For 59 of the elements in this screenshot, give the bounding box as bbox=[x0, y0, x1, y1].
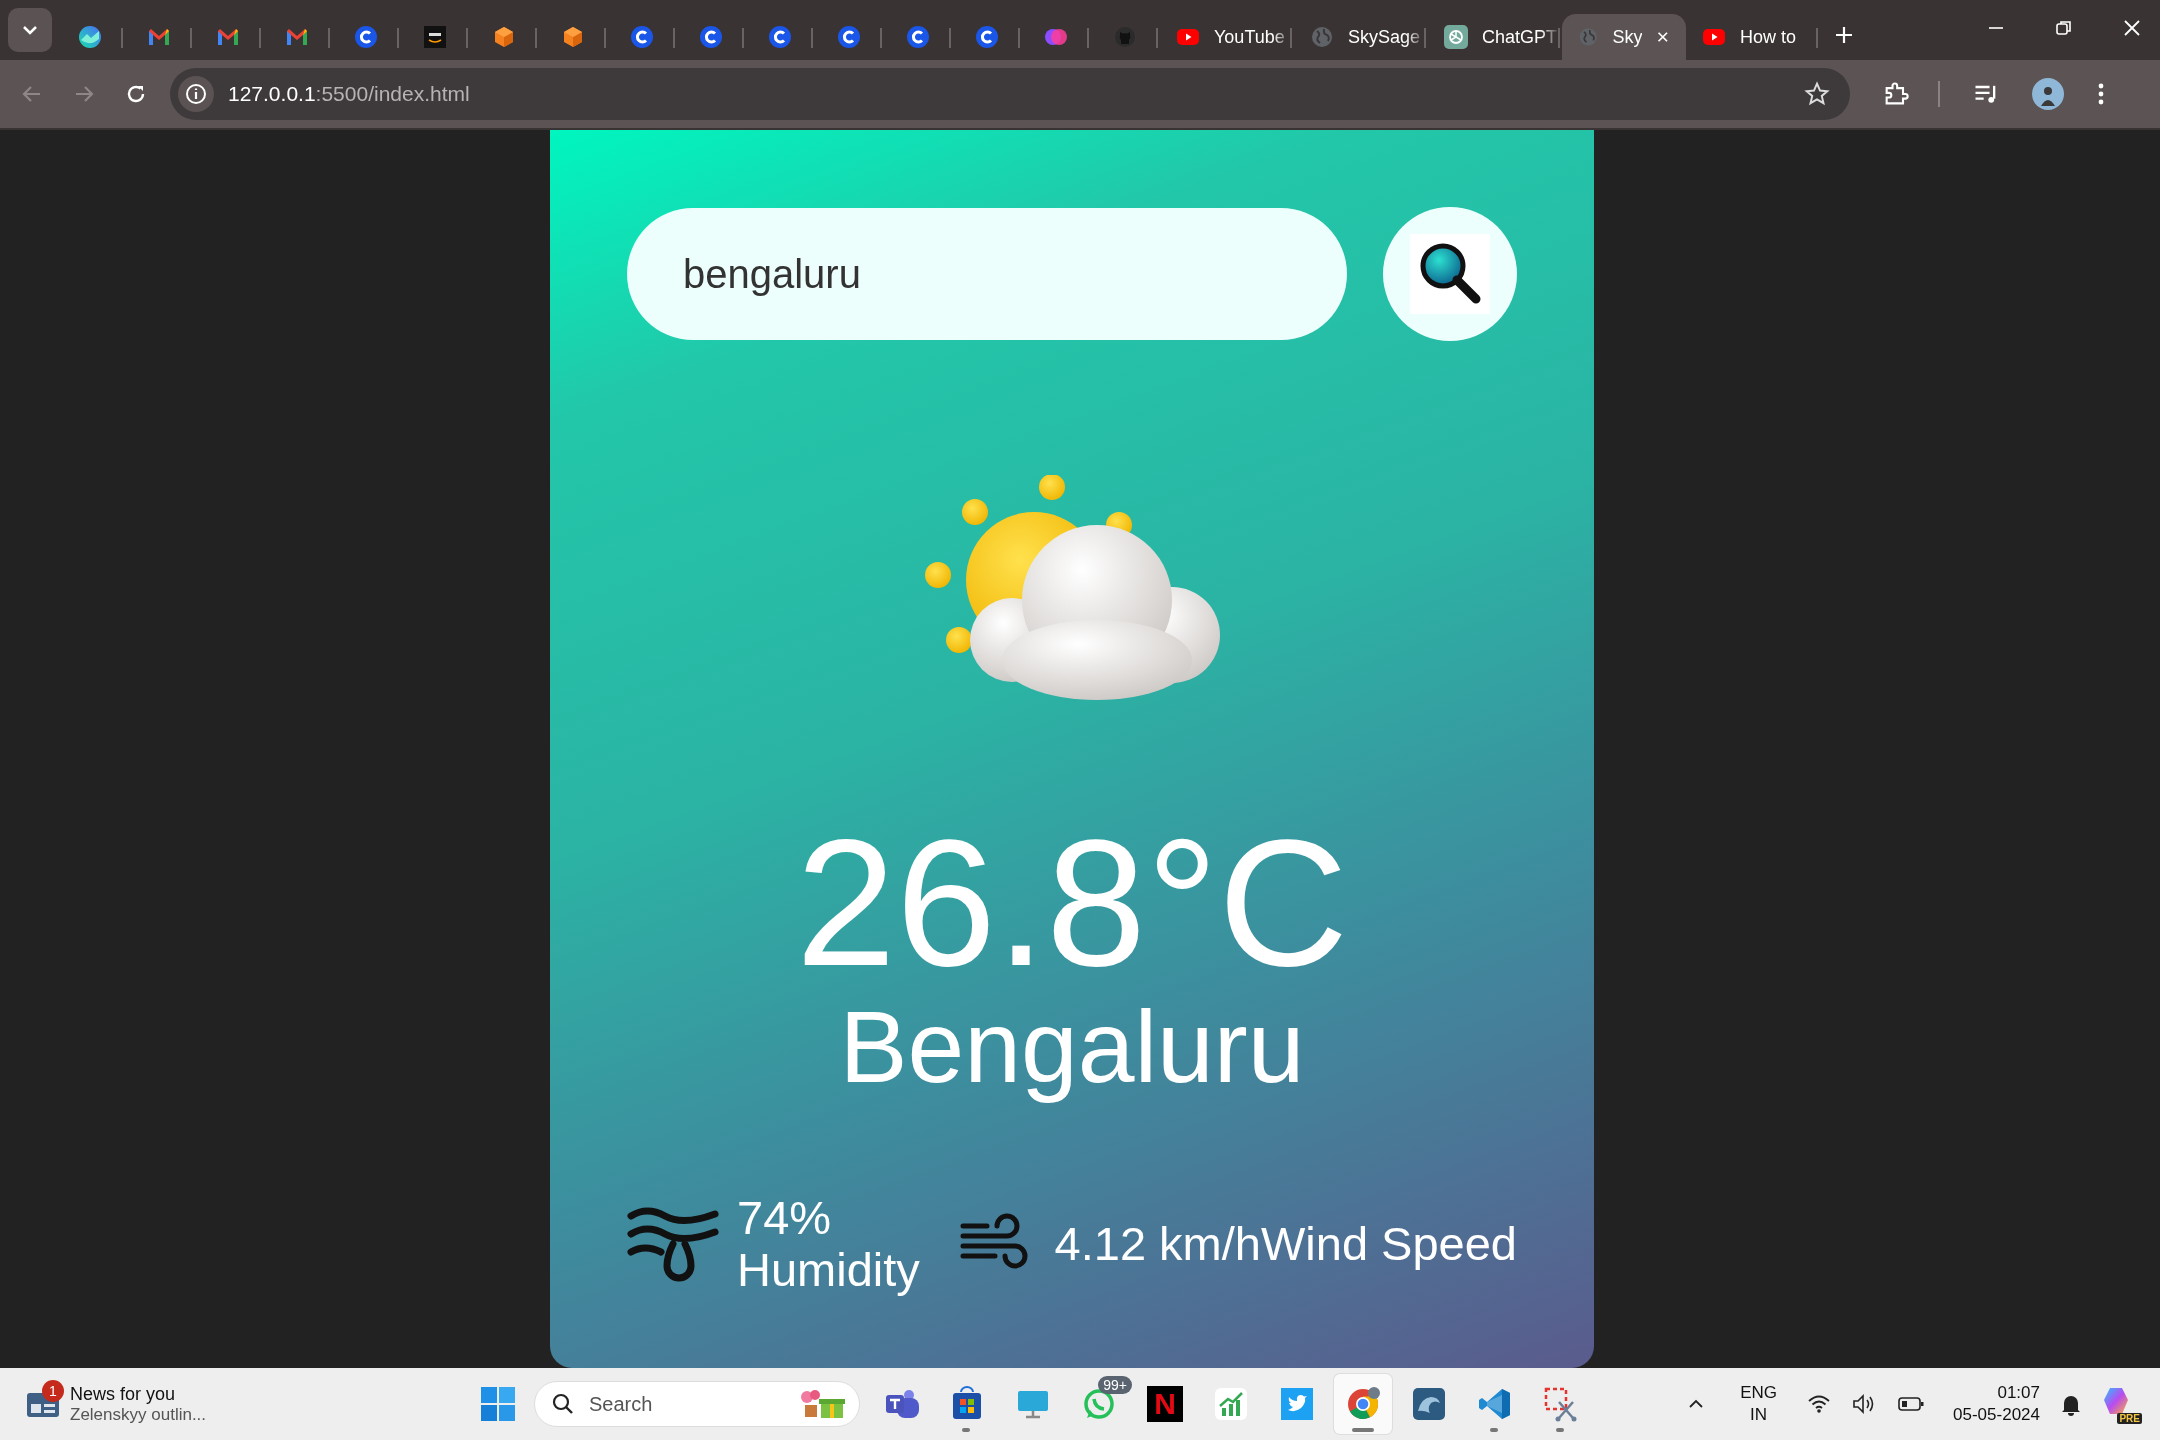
count-badge: 99+ bbox=[1098, 1376, 1132, 1394]
scissors-icon bbox=[1543, 1386, 1579, 1422]
c-logo-icon bbox=[767, 25, 792, 49]
c-logo-icon bbox=[974, 25, 999, 49]
clock[interactable]: 01:07 05-05-2024 bbox=[1953, 1382, 2040, 1426]
browser-tab[interactable]: YouTube bbox=[1160, 14, 1294, 60]
taskbar-app-button[interactable] bbox=[1334, 1374, 1392, 1434]
browser-tab[interactable]: How to bbox=[1686, 14, 1820, 60]
humidity-value: 74% bbox=[737, 1191, 833, 1244]
copilot-button[interactable]: PRE bbox=[2102, 1386, 2142, 1422]
c-logo-icon bbox=[836, 25, 861, 49]
c-logo-icon bbox=[353, 25, 378, 49]
running-indicator bbox=[1556, 1428, 1564, 1432]
globe-icon bbox=[1310, 25, 1334, 49]
battery-icon[interactable] bbox=[1897, 1394, 1926, 1414]
search-icon bbox=[551, 1392, 575, 1416]
knot-icon bbox=[1444, 25, 1468, 49]
bird-icon bbox=[1279, 1386, 1315, 1422]
gradient-circle-icon bbox=[77, 25, 102, 49]
search-icon bbox=[1410, 234, 1490, 314]
taskbar-app-button[interactable]: N bbox=[1136, 1374, 1194, 1434]
humidity-label: Humidity bbox=[737, 1243, 920, 1296]
close-icon[interactable] bbox=[1656, 29, 1670, 45]
search-field[interactable]: bengaluru bbox=[627, 208, 1347, 340]
star-icon[interactable] bbox=[1804, 81, 1830, 107]
browser-tab[interactable]: SkySage bbox=[1294, 14, 1428, 60]
notification-badge: 1 bbox=[42, 1380, 64, 1402]
wind-value: 4.12 km/h bbox=[1054, 1217, 1261, 1270]
wifi-icon[interactable] bbox=[1807, 1393, 1832, 1415]
avatar-icon[interactable] bbox=[2032, 78, 2064, 110]
url-text[interactable]: 127.0.0.1:5500/index.html bbox=[228, 82, 470, 106]
preview-badge: PRE bbox=[2117, 1413, 2142, 1424]
restore-icon[interactable] bbox=[2054, 18, 2074, 38]
windows-start-icon[interactable] bbox=[480, 1386, 516, 1422]
news-headline: Zelenskyy outlin... bbox=[70, 1404, 207, 1425]
c-logo-icon bbox=[698, 25, 723, 49]
news-title: News for you bbox=[70, 1383, 177, 1405]
language-indicator[interactable]: ENG IN bbox=[1740, 1382, 1778, 1426]
news-widget[interactable]: 1 News for you Zelenskyy outlin... bbox=[26, 1383, 480, 1425]
browser-tab[interactable]: ChatGPT bbox=[1428, 14, 1562, 60]
new-tab-icon[interactable] bbox=[1834, 25, 1854, 45]
wind-label: Wind Speed bbox=[1260, 1217, 1517, 1270]
running-indicator bbox=[962, 1428, 970, 1432]
running-indicator bbox=[1490, 1428, 1498, 1432]
c-logo-icon bbox=[905, 25, 930, 49]
netflix-tile: N bbox=[1147, 1386, 1183, 1422]
c-logo-icon bbox=[629, 25, 654, 49]
tab-search-button[interactable] bbox=[8, 8, 52, 52]
running-indicator bbox=[1352, 1428, 1374, 1432]
chrome-icon bbox=[1345, 1386, 1381, 1422]
browser-tab[interactable]: Sky bbox=[1562, 14, 1686, 60]
taskbar-search[interactable]: Search bbox=[534, 1381, 860, 1427]
code-editor-icon bbox=[1477, 1386, 1513, 1422]
dark-square-icon bbox=[422, 25, 447, 49]
growth-chart-icon bbox=[1213, 1386, 1249, 1422]
address-bar[interactable]: 127.0.0.1:5500/index.html bbox=[170, 68, 1850, 120]
close-icon[interactable] bbox=[2122, 18, 2142, 38]
info-icon[interactable] bbox=[178, 76, 214, 112]
dolphin-icon bbox=[1411, 1386, 1447, 1422]
